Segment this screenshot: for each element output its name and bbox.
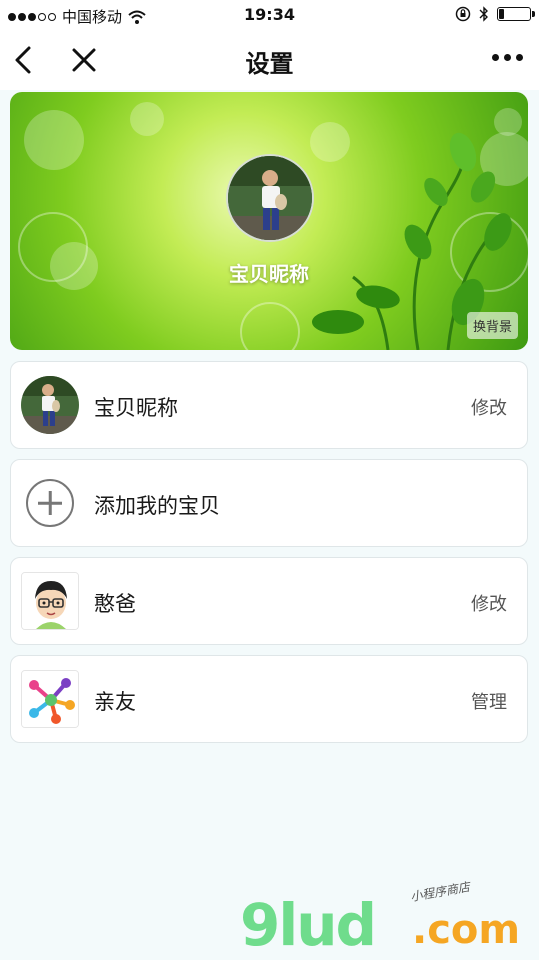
cartoon-avatar bbox=[21, 572, 79, 630]
battery-level bbox=[499, 9, 504, 19]
battery-icon bbox=[497, 7, 535, 21]
list-item-label: 宝贝昵称 bbox=[94, 396, 178, 420]
more-dots-icon bbox=[492, 54, 499, 61]
close-button[interactable] bbox=[68, 44, 100, 76]
list-item-baby[interactable]: 宝贝昵称 修改 bbox=[10, 361, 528, 449]
list-item-label: 亲友 bbox=[94, 690, 136, 714]
site-watermark: 9lud .com 小程序商店 bbox=[240, 880, 539, 960]
back-button[interactable] bbox=[10, 44, 40, 76]
change-background-button[interactable]: 换背景 bbox=[466, 312, 518, 339]
settings-page: 中国移动 19:34 设置 宝贝昵称 换背景 宝贝昵称 修改 添加我的宝贝 憨爸… bbox=[0, 0, 539, 960]
manage-friends-button[interactable]: 管理 bbox=[471, 688, 507, 714]
banner-child-name: 宝贝昵称 bbox=[229, 262, 309, 286]
close-icon bbox=[72, 48, 96, 72]
profile-banner: 宝贝昵称 换背景 bbox=[10, 92, 528, 350]
list-item-friends[interactable]: 亲友 管理 bbox=[10, 655, 528, 743]
child-avatar-large[interactable] bbox=[226, 154, 314, 242]
edit-nickname-button[interactable]: 修改 bbox=[471, 394, 507, 420]
watermark-tagline: 小程序商店 bbox=[409, 879, 471, 905]
child-avatar bbox=[21, 376, 79, 434]
bokeh-decoration bbox=[24, 110, 84, 170]
list-item-parent[interactable]: 憨爸 修改 bbox=[10, 557, 528, 645]
list-item-add-baby[interactable]: 添加我的宝贝 bbox=[10, 459, 528, 547]
edit-parent-button[interactable]: 修改 bbox=[471, 590, 507, 616]
navigation-bar: 设置 bbox=[0, 30, 539, 90]
more-button[interactable] bbox=[492, 54, 523, 61]
child-photo bbox=[228, 156, 312, 240]
friends-network-icon bbox=[21, 670, 79, 728]
status-bar: 中国移动 19:34 bbox=[0, 0, 539, 30]
rotation-lock-icon bbox=[455, 6, 471, 22]
watermark-domain: .com bbox=[412, 907, 521, 953]
bluetooth-icon bbox=[479, 6, 488, 22]
plus-circle-icon bbox=[26, 479, 74, 527]
list-item-label: 添加我的宝贝 bbox=[94, 494, 220, 518]
chevron-left-icon bbox=[15, 46, 31, 74]
watermark-logo-text: 9lud bbox=[240, 891, 377, 959]
list-item-label: 憨爸 bbox=[94, 592, 136, 616]
status-right bbox=[455, 6, 535, 22]
